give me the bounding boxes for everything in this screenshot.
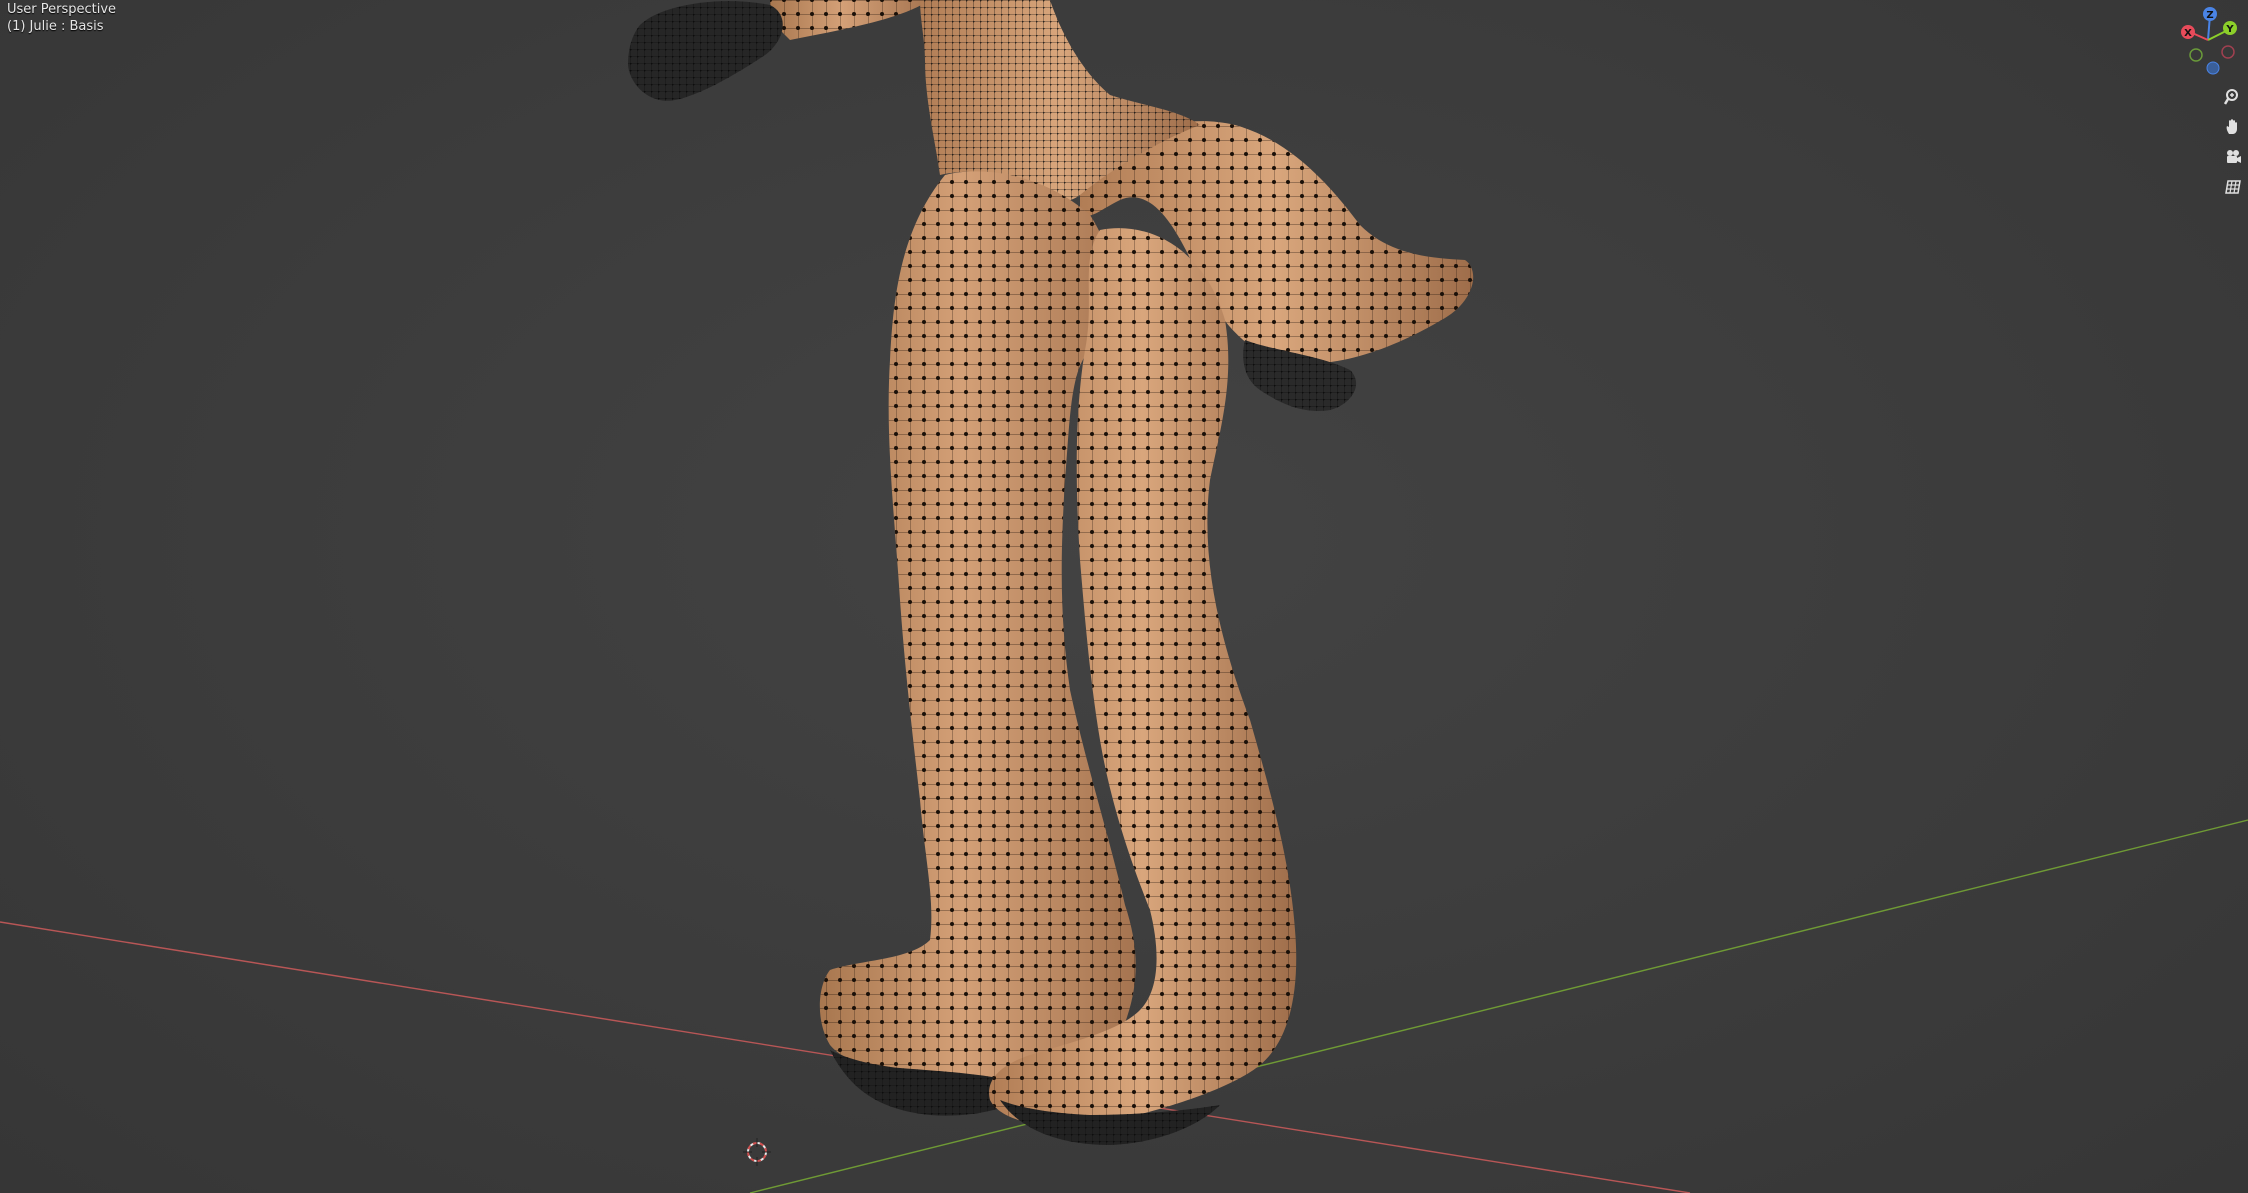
hand-pan-icon xyxy=(2226,119,2237,134)
ortho-toggle-button[interactable] xyxy=(2220,174,2246,200)
navigation-gizmo[interactable]: Z Y X xyxy=(2168,0,2248,80)
camera-view-button[interactable] xyxy=(2220,144,2246,170)
svg-text:Z: Z xyxy=(2206,10,2213,21)
zoom-button[interactable] xyxy=(2220,84,2246,110)
scene-canvas xyxy=(0,0,2248,1193)
gizmo-z-axis[interactable]: Z xyxy=(2203,7,2217,21)
object-label: (1) Julie : Basis xyxy=(7,19,104,34)
grid-ortho-icon xyxy=(2225,180,2241,194)
zoom-icon xyxy=(2224,89,2238,105)
svg-text:Y: Y xyxy=(2225,24,2234,35)
left-arm-mesh xyxy=(628,0,930,101)
gizmo-x-axis[interactable]: X xyxy=(2181,25,2195,39)
view-label: User Perspective xyxy=(7,2,117,17)
gizmo-y-axis[interactable]: Y xyxy=(2223,21,2237,35)
3d-cursor-icon xyxy=(743,1138,771,1166)
camera-icon xyxy=(2227,150,2241,163)
svg-text:X: X xyxy=(2184,28,2192,39)
3d-viewport[interactable]: User Perspective (1) Julie : Basis Z Y X xyxy=(0,0,2248,1193)
pan-button[interactable] xyxy=(2220,114,2246,140)
